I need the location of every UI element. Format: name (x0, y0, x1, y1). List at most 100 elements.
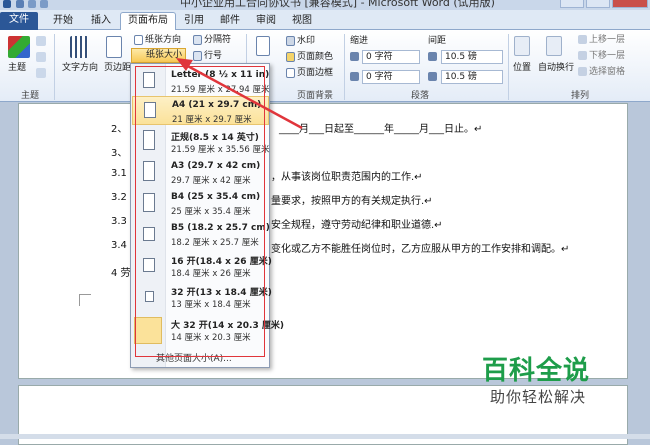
paper-size-name: 32 开(13 x 18.4 厘米) (171, 288, 272, 298)
position-button[interactable]: 位置 (513, 62, 531, 74)
spacing-before-icon (428, 52, 437, 61)
paper-size-dims: 18.2 厘米 x 25.7 厘米 (171, 238, 259, 248)
margins-button[interactable]: 页边距 (104, 62, 131, 74)
paper-size-32k[interactable]: 32 开(13 x 18.4 厘米) 13 厘米 x 18.4 厘米 (132, 282, 272, 311)
tab-home[interactable]: 开始 (46, 13, 80, 30)
minimize-button[interactable] (560, 0, 584, 8)
position-icon[interactable] (514, 36, 530, 56)
tab-mailings[interactable]: 邮件 (214, 13, 246, 30)
margins-icon[interactable] (106, 36, 122, 58)
paper-size-dims: 25 厘米 x 35.4 厘米 (171, 207, 251, 217)
send-backward-button[interactable]: 下移一层 (589, 50, 625, 62)
doc-line: 3.3 (111, 216, 127, 227)
paper-size-name: 大 32 开(14 x 20.3 厘米) (171, 321, 284, 331)
paper-size-b5[interactable]: B5 (18.2 x 25.7 cm) 18.2 厘米 x 25.7 厘米 (132, 220, 270, 249)
tab-file[interactable]: 文件 (0, 12, 38, 30)
bring-forward-icon[interactable] (578, 35, 587, 44)
page-borders-button[interactable]: 页面边框 (297, 67, 333, 79)
watermark-subtitle: 助你轻松解决 (490, 388, 587, 406)
document-icon[interactable] (256, 36, 270, 56)
doc-line: 变化或乙方不能胜任岗位时，乙方应服从甲方的工作安排和调配。↵ (271, 244, 570, 255)
line-numbers-button[interactable]: 行号 (204, 50, 222, 62)
page-thumbnail-icon (143, 193, 155, 212)
doc-line: 2、 (111, 124, 128, 135)
tab-insert[interactable]: 插入 (84, 13, 118, 30)
wrap-text-button[interactable]: 自动换行 (538, 62, 574, 74)
horizontal-scrollbar[interactable] (0, 434, 650, 439)
arrange-group-label: 排列 (570, 91, 589, 101)
paper-size-dims: 21.59 厘米 x 35.56 厘米 (171, 145, 270, 155)
tab-references[interactable]: 引用 (178, 13, 210, 30)
paper-size-a4[interactable]: A4 (21 x 29.7 cm) 21 厘米 x 29.7 厘米 (132, 96, 269, 125)
paper-size-dims: 14 厘米 x 20.3 厘米 (171, 333, 251, 343)
text-direction-button[interactable]: 文字方向 (62, 62, 98, 74)
page-thumbnail-icon (134, 317, 162, 344)
spacing-after-input[interactable]: 10.5 磅 (441, 70, 503, 84)
paper-size-b4[interactable]: B4 (25 x 35.4 cm) 25 厘米 x 35.4 厘米 (132, 189, 269, 218)
page-color-icon[interactable] (286, 52, 295, 62)
breaks-icon[interactable] (193, 35, 202, 45)
paper-size-legal[interactable]: 正规(8.5 x 14 英寸) 21.59 厘米 x 35.56 厘米 (132, 127, 270, 156)
tab-page-layout[interactable]: 页面布局 (120, 12, 176, 31)
indent-right-input[interactable]: 0 字符 (362, 70, 420, 84)
paper-size-name: 16 开(18.4 x 26 厘米) (171, 257, 272, 267)
group-divider (508, 34, 509, 100)
text-direction-icon[interactable] (70, 36, 88, 58)
page-borders-icon[interactable] (286, 68, 295, 78)
page-thumbnail-icon (144, 102, 156, 118)
paper-size-a3[interactable]: A3 (29.7 x 42 cm) 29.7 厘米 x 42 厘米 (132, 158, 269, 187)
indent-left-input[interactable]: 0 字符 (362, 50, 420, 64)
theme-effects-icon[interactable] (36, 68, 46, 78)
paper-size-dims: 18.4 厘米 x 26 厘米 (171, 269, 251, 279)
save-icon[interactable] (16, 0, 24, 8)
watermark-icon[interactable] (286, 36, 295, 46)
orientation-icon[interactable] (134, 35, 143, 45)
paper-size-16k[interactable]: 16 开(18.4 x 26 厘米) 18.4 厘米 x 26 厘米 (132, 251, 272, 280)
page-thumbnail-icon (143, 227, 155, 241)
paper-size-name: A4 (21 x 29.7 cm) (172, 100, 262, 110)
paper-size-large-32k[interactable]: 大 32 开(14 x 20.3 厘米) 14 厘米 x 20.3 厘米 (132, 315, 284, 345)
breaks-button[interactable]: 分隔符 (204, 34, 231, 46)
themes-button[interactable]: 主题 (8, 62, 26, 74)
ribbon: 主题 主题 文字方向 页边距 纸张方向 分隔符 行号 水印 页面颜色 页面边框 … (0, 30, 650, 102)
paper-size-menu: Letter (8 ½ x 11 in) 21.59 厘米 x 27.94 厘米… (130, 63, 284, 368)
bring-forward-button[interactable]: 上移一层 (589, 34, 625, 46)
document-page[interactable]: 2、 ____月___日起至______年_____月___日止。↵ 3、 3.… (18, 103, 628, 379)
doc-line: ，从事该岗位职责范围内的工作.↵ (271, 172, 423, 183)
page-color-button[interactable]: 页面颜色 (297, 51, 333, 63)
wrap-text-icon[interactable] (546, 36, 562, 56)
theme-fonts-icon[interactable] (36, 52, 46, 62)
redo-icon[interactable] (40, 0, 48, 8)
doc-line: ____月___日起至______年_____月___日止。↵ (279, 124, 483, 135)
doc-line: 3.4 (111, 240, 127, 251)
more-paper-sizes-item[interactable]: 其他页面大小(A)... (156, 351, 232, 364)
paper-size-dims: 21.59 厘米 x 27.94 厘米 (171, 85, 270, 95)
tab-review[interactable]: 审阅 (250, 13, 282, 30)
paper-size-letter[interactable]: Letter (8 ½ x 11 in) 21.59 厘米 x 27.94 厘米 (132, 67, 270, 95)
indent-right-icon (350, 72, 359, 81)
selection-pane-button[interactable]: 选择窗格 (589, 66, 625, 78)
doc-line: 安全规程，遵守劳动纪律和职业道德.↵ (271, 220, 443, 231)
undo-icon[interactable] (28, 0, 36, 8)
theme-colors-icon[interactable] (36, 36, 46, 46)
doc-line: 4 劳 (111, 268, 131, 279)
tab-view[interactable]: 视图 (286, 13, 318, 30)
paper-size-name: B4 (25 x 35.4 cm) (171, 192, 261, 202)
paper-size-button[interactable]: 纸张大小 (131, 48, 186, 63)
spacing-label: 间距 (428, 36, 447, 46)
orientation-button[interactable]: 纸张方向 (145, 34, 181, 46)
ribbon-tab-bar: 文件 开始 插入 页面布局 引用 邮件 审阅 视图 (0, 10, 650, 31)
maximize-button[interactable] (586, 0, 610, 8)
spacing-before-input[interactable]: 10.5 磅 (441, 50, 503, 64)
close-button[interactable] (612, 0, 648, 8)
page-thumbnail-icon (145, 291, 154, 302)
watermark-button[interactable]: 水印 (297, 35, 315, 47)
send-backward-icon[interactable] (578, 51, 587, 60)
word-app-icon[interactable] (3, 0, 11, 8)
window-title: 中小企业用工合同协议书 [兼容模式] - Microsoft Word (试用版… (180, 0, 495, 9)
doc-line: 3.1 (111, 168, 127, 179)
selection-pane-icon[interactable] (578, 67, 587, 76)
paper-size-dims: 21 厘米 x 29.7 厘米 (172, 115, 252, 125)
themes-icon[interactable] (8, 36, 30, 58)
line-numbers-icon[interactable] (193, 51, 202, 61)
